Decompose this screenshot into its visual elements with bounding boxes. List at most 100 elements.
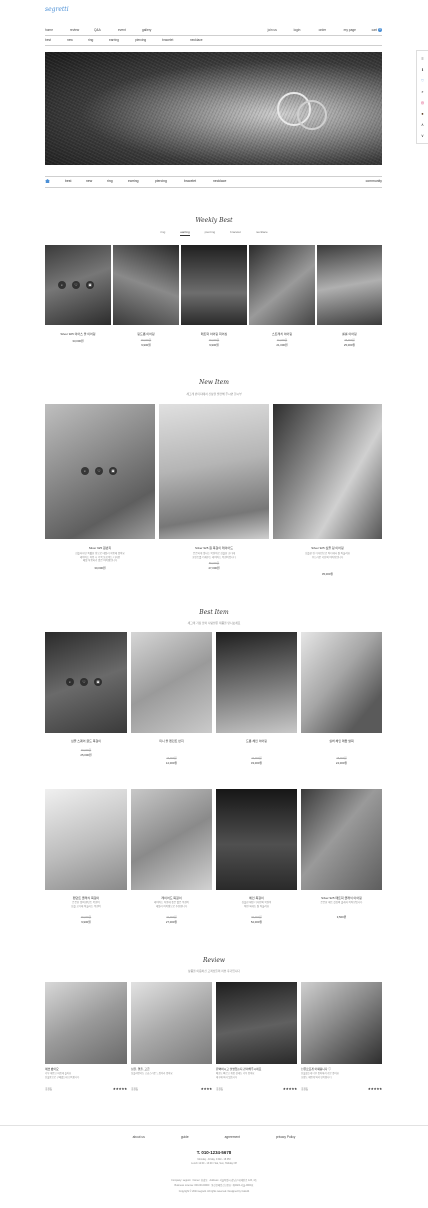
review-heading[interactable]: 선물로요게 어째욥니다 ♡ (301, 1067, 382, 1071)
product-name[interactable]: Silver 925 이어스 볼 이어링 (45, 332, 111, 336)
weekly-product-card[interactable]: 링드롭 이어링 15,000원 9,900원 (113, 245, 179, 355)
product-image[interactable] (159, 404, 269, 539)
product-name[interactable]: 체인 목걸이 (216, 896, 297, 900)
best-product-card[interactable]: 펜던트 클래식 목걸이 은은한 빛의 펜던트 목걸이 심플 코디에 어울리는 목… (45, 789, 127, 939)
review-image[interactable] (216, 982, 297, 1064)
review-heading[interactable]: 예쁘 봤어요 (45, 1067, 127, 1071)
weekly-product-card[interactable]: 매트럭 이어링 피어싱 15,000원 9,900원 (181, 245, 247, 355)
review-heading[interactable]: 심플, 결플, 고급 (131, 1067, 212, 1071)
search-icon[interactable]: ⌕ (58, 281, 66, 289)
review-image[interactable] (45, 982, 127, 1064)
tab-piercing[interactable]: piercing (205, 230, 216, 236)
nav-join[interactable]: join us (268, 28, 294, 32)
scroll-down-icon[interactable]: ∨ (419, 133, 427, 138)
product-image[interactable] (131, 632, 212, 733)
cart-icon[interactable]: ▣ (86, 281, 94, 289)
product-image[interactable] (131, 789, 212, 890)
footer-agreement[interactable]: agreement (225, 1135, 240, 1139)
nav-cart[interactable]: cart (372, 28, 377, 32)
home-icon[interactable] (45, 179, 50, 183)
product-name[interactable]: 심플 스퀘어 골드 목걸이 (45, 739, 127, 743)
best-product-card[interactable]: ⌕ ♡ ▣ 심플 스퀘어 골드 목걸이 30,000원 25,000원 (45, 632, 127, 772)
best-product-card[interactable]: 미니 볼 펜던트 반지 16,000원 12,000원 (131, 632, 212, 772)
footer-about[interactable]: about us (133, 1135, 145, 1139)
catnav-best[interactable]: best (65, 179, 86, 183)
product-name[interactable]: 매트럭 이어링 피어싱 (181, 332, 247, 336)
product-name[interactable]: 링드롭 이어링 (113, 332, 179, 336)
best-product-card[interactable]: 체인 목걸이 심플한 체인 디자인의 목걸이 어떤 룩에도 잘 어울려요 60,… (216, 789, 297, 939)
review-heading[interactable]: 완벽하시고 설명있는지 관리해주시네요 (216, 1067, 297, 1071)
product-name[interactable]: 실버 체인 매듭 팔찌 (301, 739, 382, 743)
product-image[interactable] (181, 245, 247, 325)
product-image[interactable] (317, 245, 382, 325)
product-name[interactable]: 펜던트 클래식 목걸이 (45, 896, 127, 900)
best-product-card[interactable]: 실버 체인 매듭 팔찌 28,000원 24,000원 (301, 632, 382, 772)
new-product-card[interactable]: ⌕ ♡ ▣ Silver 925 원반지 심플하지만 특별한 링으로 데일리 착… (45, 404, 155, 579)
hero-banner[interactable] (45, 52, 382, 165)
nav-login[interactable]: login (294, 28, 319, 32)
nav-qna[interactable]: Q&A (94, 28, 118, 32)
weekly-product-card[interactable]: 롤롤 이어링 25,000원 25,000원 (317, 245, 382, 355)
nav-home[interactable]: home (45, 28, 70, 32)
kakao-icon[interactable]: ● (419, 111, 427, 116)
heart-icon[interactable]: ♡ (80, 678, 88, 686)
footer-privacy[interactable]: privacy Policy (276, 1135, 296, 1139)
subnav-necklace[interactable]: necklace (190, 38, 218, 42)
catnav-ring[interactable]: ring (107, 179, 128, 183)
menu-icon[interactable]: ≡ (419, 56, 427, 61)
site-logo[interactable]: segretti (45, 6, 69, 13)
nav-review[interactable]: review (70, 28, 94, 32)
catnav-community[interactable]: community (366, 179, 382, 183)
catnav-piercing[interactable]: piercing (155, 179, 184, 183)
review-card[interactable]: 완벽하시고 설명있는지 관리해주시네요 배송도 빠르고 제품 상태도 너무 좋아… (216, 982, 297, 1094)
subnav-ring[interactable]: ring (88, 38, 109, 42)
product-image[interactable] (273, 404, 382, 539)
heart-icon[interactable]: ♡ (419, 78, 427, 83)
product-image[interactable] (216, 632, 297, 733)
tab-ring[interactable]: ring (160, 230, 165, 236)
info-icon[interactable]: ℹ (419, 67, 427, 72)
product-image[interactable] (249, 245, 315, 325)
catnav-necklace[interactable]: necklace (213, 179, 241, 183)
product-name[interactable]: Silver 925 원 목걸이 레이어드 (159, 546, 269, 550)
heart-icon[interactable]: ♡ (72, 281, 80, 289)
review-image[interactable] (131, 982, 212, 1064)
search-icon[interactable]: ⌕ (66, 678, 74, 686)
subnav-earring[interactable]: earring (109, 38, 135, 42)
product-name[interactable]: 레이어드 목걸이 (131, 896, 212, 900)
subnav-best[interactable]: best (45, 38, 67, 42)
catnav-earring[interactable]: earring (128, 179, 155, 183)
tab-earring[interactable]: earring (180, 230, 190, 236)
heart-icon[interactable]: ♡ (95, 467, 103, 475)
review-card[interactable]: 선물로요게 어째욥니다 ♡ 선물했는데 너무 좋아해서 기분 좋아요 포장도 예… (301, 982, 382, 1094)
catnav-new[interactable]: new (86, 179, 107, 183)
product-name[interactable]: 미니 볼 펜던트 반지 (131, 739, 212, 743)
nav-order[interactable]: order (319, 28, 344, 32)
search-icon[interactable]: ⌕ (419, 89, 427, 94)
product-image[interactable] (216, 789, 297, 890)
new-product-card[interactable]: Silver 925 심플 링 이어링 심플한 링 디자인으로 어디에나 잘 어… (273, 404, 382, 579)
best-product-card[interactable]: 드롭 체인 이어링 44,000원 33,000원 (216, 632, 297, 772)
subnav-piercing[interactable]: piercing (135, 38, 162, 42)
best-product-card[interactable]: Silver 925 매트릭 클래식 이어링 은은한 매트 질감의 클래식 이어… (301, 789, 382, 939)
product-image[interactable] (113, 245, 179, 325)
product-name[interactable]: Silver 925 매트릭 클래식 이어링 (301, 896, 382, 900)
product-name[interactable]: 드롭 체인 이어링 (216, 739, 297, 743)
weekly-product-card[interactable]: ⌕ ♡ ▣ Silver 925 이어스 볼 이어링 33,000원 (45, 245, 111, 355)
review-card[interactable]: 심플, 결플, 고급 심플하면서도 고급스러운 느낌이라 좋아요 홍길동 ★★★… (131, 982, 212, 1094)
product-name[interactable]: 스트레치 이어링 (249, 332, 315, 336)
product-name[interactable]: 롤롤 이어링 (317, 332, 382, 336)
review-image[interactable] (301, 982, 382, 1064)
footer-guide[interactable]: guide (181, 1135, 189, 1139)
product-image[interactable] (301, 789, 382, 890)
product-name[interactable]: Silver 925 심플 링 이어링 (273, 546, 382, 550)
product-image[interactable] (45, 789, 127, 890)
scroll-up-icon[interactable]: ∧ (419, 122, 427, 127)
tab-bracelet[interactable]: bracelet (230, 230, 241, 236)
subnav-new[interactable]: new (67, 38, 88, 42)
best-product-card[interactable]: 레이어드 목걸이 레이어드 착용에 좋은 얇은 목걸이 데일리 아이템으로 추천… (131, 789, 212, 939)
cart-icon[interactable]: ▣ (109, 467, 117, 475)
review-card[interactable]: 예쁘 봤어요 너무 예쁘고 마음에 들어요 선물용으로 구매했는데 만족합니다 … (45, 982, 127, 1094)
product-image[interactable] (301, 632, 382, 733)
catnav-bracelet[interactable]: bracelet (184, 179, 213, 183)
